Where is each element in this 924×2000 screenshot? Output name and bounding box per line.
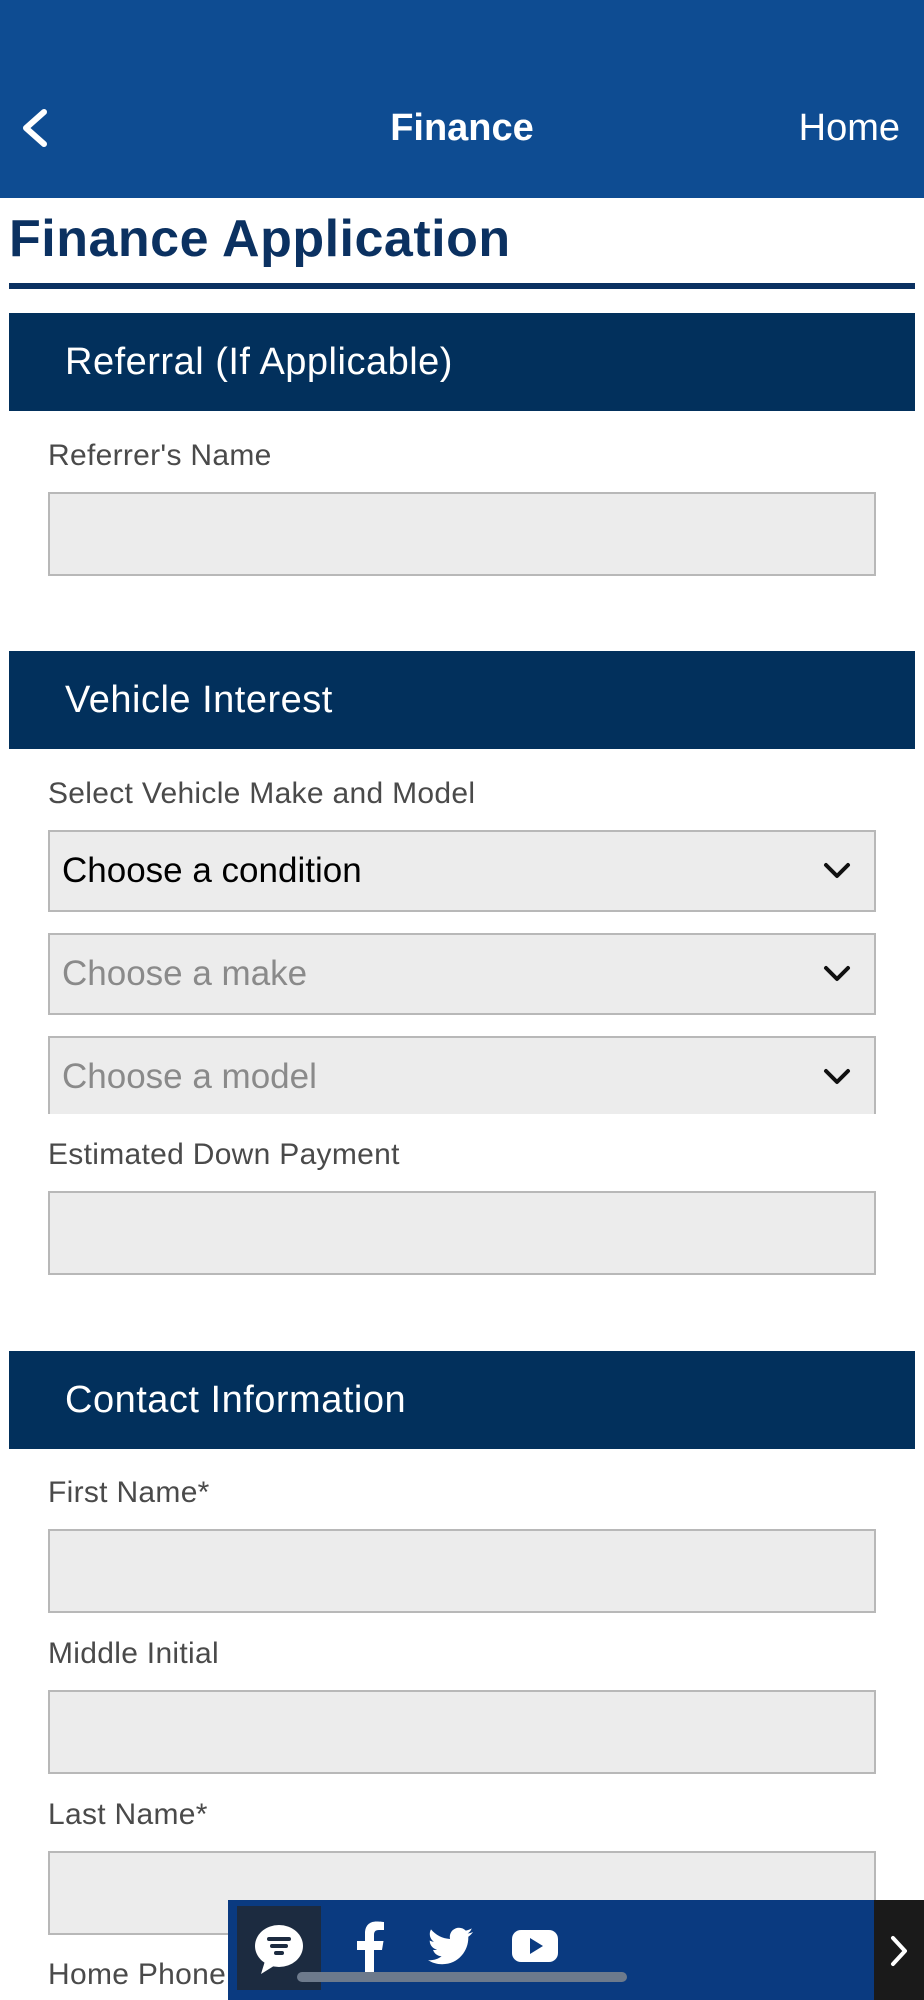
referrer-name-label: Referrer's Name [48,439,272,472]
page-title: Finance Application [9,210,511,268]
first-name-input[interactable] [48,1529,876,1613]
down-payment-input[interactable] [48,1191,876,1275]
top-nav-bar: Finance Home [0,0,924,198]
vehicle-select-label: Select Vehicle Make and Model [48,777,476,810]
home-link[interactable]: Home [799,100,900,156]
home-phone-label: Home Phone [48,1958,227,1991]
first-name-label: First Name* [48,1476,210,1509]
referrer-name-input[interactable] [48,492,876,576]
section-header-vehicle-interest: Vehicle Interest [9,651,915,749]
facebook-icon[interactable] [352,1916,388,1976]
chevron-down-icon [824,1069,850,1084]
condition-select[interactable]: Choose a condition [48,830,876,912]
youtube-icon[interactable] [510,1916,560,1976]
chevron-down-icon [824,966,850,981]
model-select[interactable]: Choose a model [48,1036,876,1114]
middle-initial-label: Middle Initial [48,1637,219,1670]
section-header-referral: Referral (If Applicable) [9,313,915,411]
scroll-handle[interactable] [297,1972,627,1982]
chevron-down-icon [824,863,850,878]
twitter-icon[interactable] [426,1916,476,1976]
middle-initial-input[interactable] [48,1690,876,1774]
down-payment-label: Estimated Down Payment [48,1138,400,1171]
nav-title: Finance [390,107,534,149]
make-select-placeholder: Choose a make [62,954,308,993]
social-bar-next-button[interactable] [874,1900,924,2000]
model-select-placeholder: Choose a model [62,1057,317,1096]
chevron-right-icon [891,1936,907,1966]
section-header-contact: Contact Information [9,1351,915,1449]
make-select[interactable]: Choose a make [48,933,876,1015]
title-divider [9,283,915,289]
condition-select-value: Choose a condition [62,851,362,890]
last-name-label: Last Name* [48,1798,208,1831]
